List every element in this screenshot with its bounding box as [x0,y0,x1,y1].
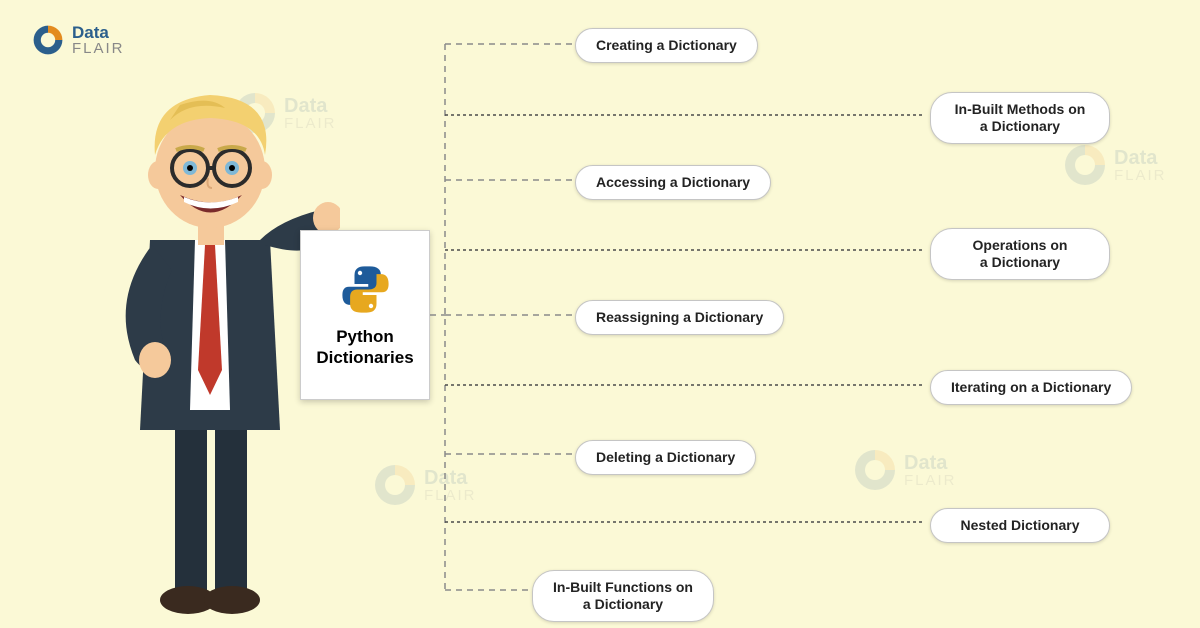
topic-inbuilt-functions: In-Built Functions on a Dictionary [532,570,714,622]
topic-inbuilt-methods: In-Built Methods on a Dictionary [930,92,1110,144]
brand-text-bottom: FLAIR [72,41,125,56]
brand-logo: Data FLAIR [30,22,125,58]
topic-operations: Operations on a Dictionary [930,228,1110,280]
topic-card: Python Dictionaries [300,230,430,400]
topic-iterating: Iterating on a Dictionary [930,370,1132,405]
brand-text: Data FLAIR [72,24,125,56]
dataflair-logo-icon [30,22,66,58]
topic-nested: Nested Dictionary [930,508,1110,543]
topic-accessing: Accessing a Dictionary [575,165,771,200]
topic-creating: Creating a Dictionary [575,28,758,63]
python-icon [338,262,393,317]
watermark: DataFLAIR [850,445,957,495]
watermark: DataFLAIR [1060,140,1167,190]
topic-reassigning: Reassigning a Dictionary [575,300,784,335]
watermark: DataFLAIR [370,460,477,510]
brand-text-top: Data [72,24,125,41]
topic-deleting: Deleting a Dictionary [575,440,756,475]
card-title: Python Dictionaries [316,327,413,368]
